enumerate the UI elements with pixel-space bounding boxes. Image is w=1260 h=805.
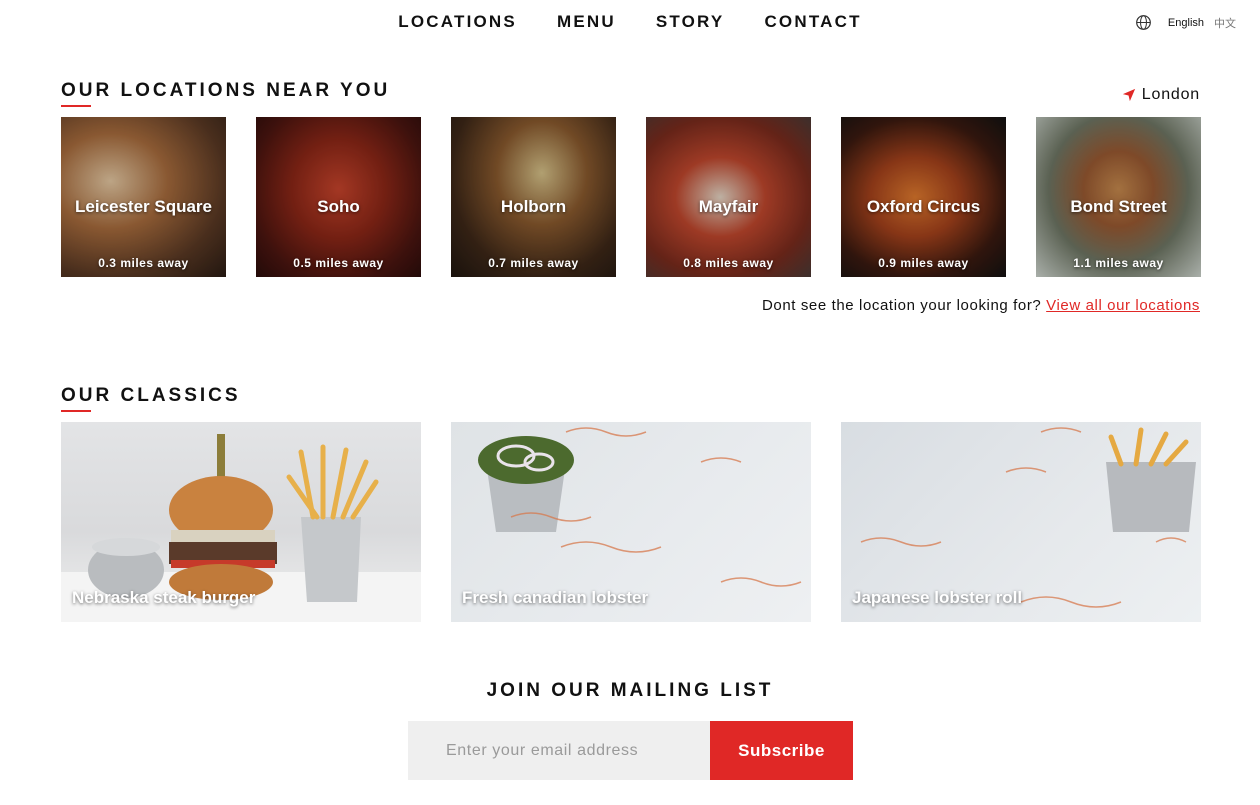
classics-title-underline xyxy=(61,410,91,412)
classic-card-lobster-roll[interactable]: Japanese lobster roll xyxy=(841,422,1201,622)
location-prompt-text: Dont see the location your looking for? xyxy=(761,297,1042,314)
location-card-mayfair[interactable]: Mayfair 0.8 miles away xyxy=(646,117,811,277)
location-distance: 0.7 miles away xyxy=(488,256,579,270)
classics-grid: Nebraska steak burger Fresh canadian lob… xyxy=(61,422,1201,622)
classics-title: OUR CLASSICS xyxy=(61,385,241,406)
location-distance: 0.8 miles away xyxy=(683,256,774,270)
city-selector[interactable]: London xyxy=(1122,86,1200,104)
top-nav: LOCATIONS MENU STORY CONTACT English 中文 xyxy=(0,0,1260,48)
location-name: Soho xyxy=(317,197,360,216)
classic-name: Fresh canadian lobster xyxy=(462,588,649,607)
lang-chinese[interactable]: 中文 xyxy=(1214,15,1236,31)
nav-contact[interactable]: CONTACT xyxy=(764,12,861,32)
classic-name: Nebraska steak burger xyxy=(72,588,256,607)
location-name: Bond Street xyxy=(1070,197,1167,216)
location-name: Mayfair xyxy=(698,197,759,216)
lang-english[interactable]: English xyxy=(1168,17,1204,29)
mailing-list-title: JOIN OUR MAILING LIST xyxy=(486,680,774,701)
language-switcher: English 中文 xyxy=(1135,14,1236,31)
location-distance: 0.3 miles away xyxy=(98,256,189,270)
location-card-oxford-circus[interactable]: Oxford Circus 0.9 miles away xyxy=(841,117,1006,277)
main-nav: LOCATIONS MENU STORY CONTACT xyxy=(0,12,1260,32)
globe-icon[interactable] xyxy=(1135,14,1152,31)
view-all-locations-link[interactable]: View all our locations xyxy=(1046,297,1200,314)
location-distance: 0.9 miles away xyxy=(878,256,969,270)
classic-card-burger[interactable]: Nebraska steak burger xyxy=(61,422,421,622)
locations-title: OUR LOCATIONS NEAR YOU xyxy=(61,80,391,101)
subscribe-button[interactable]: Subscribe xyxy=(710,721,853,780)
location-name: Holborn xyxy=(500,197,567,216)
location-arrow-icon xyxy=(1122,88,1135,102)
nav-locations[interactable]: LOCATIONS xyxy=(398,12,517,32)
locations-title-underline xyxy=(61,105,91,107)
mailing-list-form: Subscribe xyxy=(408,721,853,780)
classic-name: Japanese lobster roll xyxy=(852,588,1023,607)
location-card-bond-street[interactable]: Bond Street 1.1 miles away xyxy=(1036,117,1201,277)
classic-card-lobster[interactable]: Fresh canadian lobster xyxy=(451,422,811,622)
location-card-holborn[interactable]: Holborn 0.7 miles away xyxy=(451,117,616,277)
location-card-leicester-square[interactable]: Leicester Square 0.3 miles away xyxy=(61,117,226,277)
location-distance: 1.1 miles away xyxy=(1073,256,1164,270)
email-input[interactable] xyxy=(408,721,710,780)
location-name: Leicester Square xyxy=(74,197,212,216)
city-name: London xyxy=(1141,86,1200,103)
location-name: Oxford Circus xyxy=(866,197,981,216)
location-distance: 0.5 miles away xyxy=(293,256,384,270)
location-card-soho[interactable]: Soho 0.5 miles away xyxy=(256,117,421,277)
nav-story[interactable]: STORY xyxy=(656,12,725,32)
view-all-locations-row: Dont see the location your looking for? … xyxy=(762,297,1200,314)
nav-menu[interactable]: MENU xyxy=(557,12,616,32)
locations-grid: Leicester Square 0.3 miles away Soho 0.5… xyxy=(61,117,1201,277)
